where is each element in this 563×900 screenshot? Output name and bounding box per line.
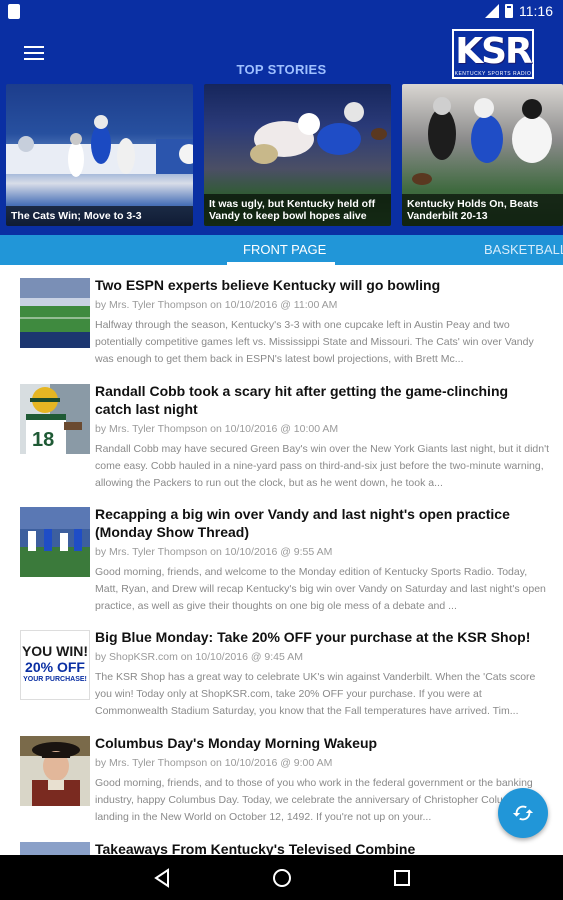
promo-line-3: YOUR PURCHASE! bbox=[23, 676, 87, 683]
top-story-caption: The Cats Win; Move to 3-3 bbox=[6, 206, 193, 226]
top-story-caption: It was ugly, but Kentucky held off Vandy… bbox=[204, 194, 391, 226]
article-meta: by Mrs. Tyler Thompson on 10/10/2016 @ 1… bbox=[95, 423, 339, 435]
article-meta: by Mrs. Tyler Thompson on 10/10/2016 @ 9… bbox=[95, 757, 333, 769]
article-title[interactable]: Big Blue Monday: Take 20% OFF your purch… bbox=[95, 628, 545, 646]
system-nav-bar bbox=[0, 855, 563, 900]
home-button[interactable] bbox=[271, 867, 293, 889]
article-thumbnail bbox=[20, 278, 90, 348]
article-thumbnail bbox=[20, 736, 90, 806]
promo-line-2: 20% OFF bbox=[25, 659, 85, 675]
article-title[interactable]: Two ESPN experts believe Kentucky will g… bbox=[95, 276, 545, 294]
promo-line-1: YOU WIN! bbox=[21, 643, 89, 659]
top-story-image bbox=[6, 84, 193, 226]
article-thumbnail bbox=[20, 842, 90, 855]
back-button[interactable] bbox=[152, 867, 174, 889]
article-item[interactable]: 18 Randall Cobb took a scary hit after g… bbox=[20, 377, 550, 497]
signal-icon bbox=[485, 4, 499, 18]
article-meta: by Mrs. Tyler Thompson on 10/10/2016 @ 9… bbox=[95, 546, 333, 558]
article-excerpt: Good morning, friends, and welcome to th… bbox=[95, 566, 546, 612]
status-bar: 11:16 bbox=[0, 0, 563, 24]
article-excerpt: Halfway through the season, Kentucky's 3… bbox=[95, 319, 534, 365]
article-item[interactable]: Takeaways From Kentucky's Televised Comb… bbox=[20, 835, 550, 855]
top-story-card[interactable]: Kentucky Holds On, Beats Vanderbilt 20-1… bbox=[402, 84, 563, 226]
article-meta: by ShopKSR.com on 10/10/2016 @ 9:45 AM bbox=[95, 651, 303, 663]
article-title[interactable]: Columbus Day's Monday Morning Wakeup bbox=[95, 734, 545, 752]
recents-button[interactable] bbox=[391, 867, 413, 889]
section-tabs: FRONT PAGE BASKETBALL bbox=[0, 235, 563, 265]
article-item[interactable]: Two ESPN experts believe Kentucky will g… bbox=[20, 271, 550, 371]
article-title[interactable]: Takeaways From Kentucky's Televised Comb… bbox=[95, 840, 545, 855]
article-excerpt: The KSR Shop has a great way to celebrat… bbox=[95, 671, 536, 717]
ksr-logo-subtitle: KENTUCKY SPORTS RADIO bbox=[454, 71, 532, 77]
top-story-caption: Kentucky Holds On, Beats Vanderbilt 20-1… bbox=[402, 194, 563, 226]
status-time: 11:16 bbox=[519, 3, 553, 19]
article-thumbnail bbox=[20, 507, 90, 577]
article-title[interactable]: Randall Cobb took a scary hit after gett… bbox=[95, 382, 545, 418]
status-icons: 11:16 bbox=[485, 3, 553, 19]
refresh-button[interactable] bbox=[498, 788, 548, 838]
recents-square-icon bbox=[394, 870, 410, 886]
home-circle-icon bbox=[273, 869, 291, 887]
article-excerpt: Randall Cobb may have secured Green Bay'… bbox=[95, 443, 550, 489]
article-excerpt: Good morning, friends, and to those of y… bbox=[95, 777, 533, 823]
top-stories-carousel[interactable]: The Cats Win; Move to 3-3 It was ugly, b… bbox=[0, 84, 563, 226]
hamburger-icon[interactable] bbox=[24, 46, 44, 60]
back-triangle-icon bbox=[154, 868, 169, 888]
tab-basketball[interactable]: BASKETBALL bbox=[484, 235, 563, 265]
battery-icon bbox=[505, 4, 513, 18]
article-item[interactable]: Recapping a big win over Vandy and last … bbox=[20, 500, 550, 620]
article-thumbnail: 18 bbox=[20, 384, 90, 454]
top-story-card[interactable]: It was ugly, but Kentucky held off Vandy… bbox=[204, 84, 391, 226]
article-thumbnail: YOU WIN! 20% OFF YOUR PURCHASE! bbox=[20, 630, 90, 700]
article-title[interactable]: Recapping a big win over Vandy and last … bbox=[95, 505, 545, 541]
refresh-icon bbox=[512, 805, 534, 821]
article-meta: by Mrs. Tyler Thompson on 10/10/2016 @ 1… bbox=[95, 299, 338, 311]
svg-text:18: 18 bbox=[32, 429, 54, 451]
tab-front-page[interactable]: FRONT PAGE bbox=[243, 235, 326, 265]
top-story-card[interactable]: The Cats Win; Move to 3-3 bbox=[6, 84, 193, 226]
notification-icon bbox=[8, 4, 20, 19]
article-item[interactable]: YOU WIN! 20% OFF YOUR PURCHASE! Big Blue… bbox=[20, 623, 550, 725]
article-item[interactable]: Columbus Day's Monday Morning Wakeup by … bbox=[20, 729, 550, 831]
article-feed[interactable]: Two ESPN experts believe Kentucky will g… bbox=[0, 265, 563, 855]
app-bar: TOP STORIES KSR KENTUCKY SPORTS RADIO Th… bbox=[0, 24, 563, 235]
